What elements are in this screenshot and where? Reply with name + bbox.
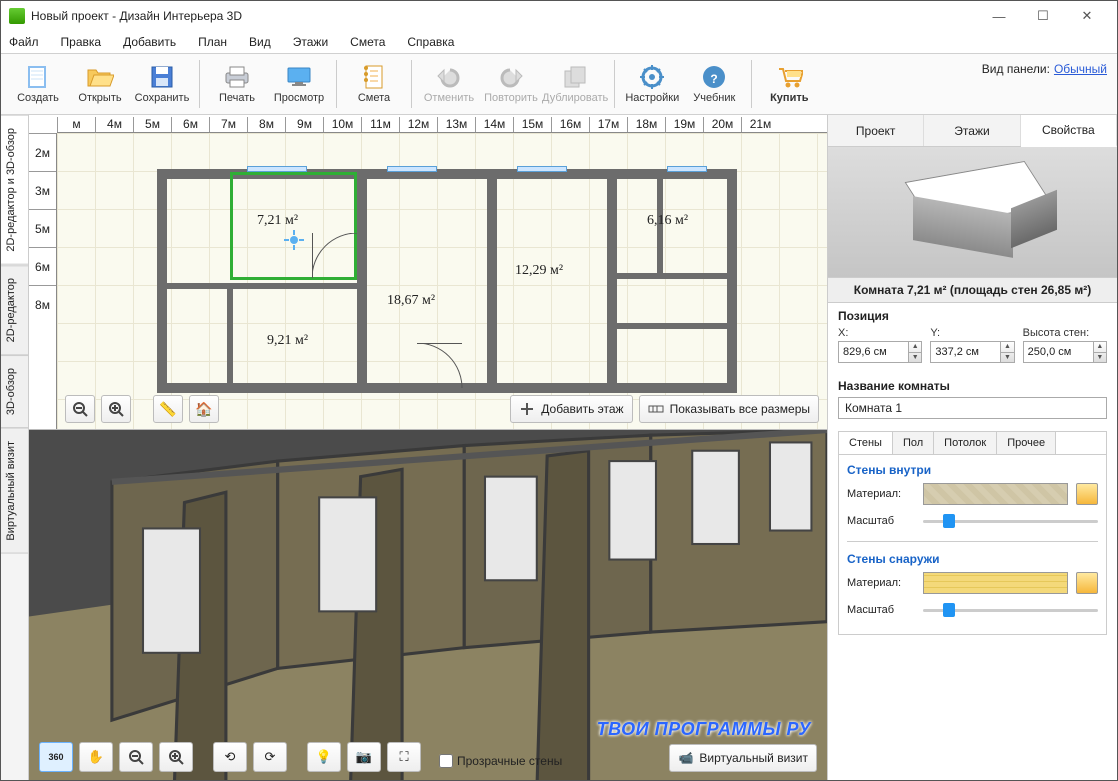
- light-button[interactable]: 💡: [307, 742, 341, 772]
- inside-material-swatch[interactable]: [923, 483, 1068, 505]
- room-name-section: Название комнаты: [828, 373, 1117, 425]
- show-dims-button[interactable]: Показывать все размеры: [639, 395, 819, 423]
- svg-text:?: ?: [711, 72, 718, 86]
- menu-edit[interactable]: Правка: [57, 33, 106, 51]
- save-button[interactable]: Сохранить: [131, 55, 193, 113]
- pan-button[interactable]: ✋: [79, 742, 113, 772]
- settings-button[interactable]: Настройки: [621, 55, 683, 113]
- vtab-2d3d[interactable]: 2D-редактор и 3D-обзор: [1, 115, 28, 265]
- open-button[interactable]: Открыть: [69, 55, 131, 113]
- pos-y-input[interactable]: ▲▼: [930, 341, 1014, 363]
- maximize-button[interactable]: ☐: [1021, 2, 1065, 30]
- view3d-toolbar: 360 ✋ ⟲ ⟳ 💡 📷 ⛶: [39, 742, 421, 772]
- pos-x-input[interactable]: ▲▼: [838, 341, 922, 363]
- room-label-5: 9,21 м²: [267, 333, 308, 349]
- rtab-project[interactable]: Проект: [828, 115, 924, 146]
- menu-add[interactable]: Добавить: [119, 33, 180, 51]
- rotate-cw-button[interactable]: ⟳: [253, 742, 287, 772]
- rtab-properties[interactable]: Свойства: [1021, 115, 1117, 147]
- menu-estimate[interactable]: Смета: [346, 33, 389, 51]
- tutorial-button[interactable]: ?Учебник: [683, 55, 745, 113]
- home-button[interactable]: 🏠: [189, 395, 219, 423]
- orbit-360-button[interactable]: 360: [39, 742, 73, 772]
- zoom-in-button[interactable]: [101, 395, 131, 423]
- room-3d-preview: [828, 147, 1117, 277]
- toolbar: Создать Открыть Сохранить Печать Просмот…: [1, 53, 1117, 115]
- window-controls: — ☐ ✕: [977, 2, 1109, 30]
- undo-button[interactable]: Отменить: [418, 55, 480, 113]
- room-label-2: 6,16 м²: [647, 213, 688, 229]
- wall-height-input[interactable]: ▲▼: [1023, 341, 1107, 363]
- preview-button[interactable]: Просмотр: [268, 55, 330, 113]
- menu-view[interactable]: Вид: [245, 33, 275, 51]
- vtab-virtual[interactable]: Виртуальный визит: [1, 428, 28, 554]
- menu-plan[interactable]: План: [194, 33, 231, 51]
- duplicate-button[interactable]: Дублировать: [542, 55, 608, 113]
- ruler-vertical: 2м3м5м6м8м: [29, 133, 57, 429]
- virtual-visit-button[interactable]: 📹 Виртуальный визит: [669, 744, 817, 772]
- rtab-floors[interactable]: Этажи: [924, 115, 1020, 146]
- position-section: Позиция X:▲▼ Y:▲▼ Высота стен:▲▼: [828, 303, 1117, 373]
- menu-file[interactable]: Файл: [5, 33, 43, 51]
- plan-toolbar-left: 📏 🏠: [65, 395, 219, 423]
- room-name-input[interactable]: [838, 397, 1107, 419]
- estimate-button[interactable]: Смета: [343, 55, 405, 113]
- panel-mode-link[interactable]: Обычный: [1054, 62, 1107, 76]
- outside-material-browse[interactable]: [1076, 572, 1098, 594]
- room-label-4: 18,67 м²: [387, 293, 435, 309]
- subtab-ceiling[interactable]: Потолок: [934, 432, 997, 454]
- outside-scale-slider[interactable]: [923, 600, 1098, 620]
- menu-floors[interactable]: Этажи: [289, 33, 332, 51]
- create-button[interactable]: Создать: [7, 55, 69, 113]
- add-floor-button[interactable]: Добавить этаж: [510, 395, 632, 423]
- plan-grid[interactable]: 7,21 м² 6,16 м² 12,29 м² 18,67 м² 9,21 м…: [57, 133, 827, 429]
- fullscreen-button[interactable]: ⛶: [387, 742, 421, 772]
- ruler-horizontal: м4м5м6м7м8м9м10м11м12м13м14м15м16м17м18м…: [57, 115, 827, 133]
- measure-button[interactable]: 📏: [153, 395, 183, 423]
- menubar: Файл Правка Добавить План Вид Этажи Смет…: [1, 31, 1117, 53]
- rotate-ccw-button[interactable]: ⟲: [213, 742, 247, 772]
- inside-material-browse[interactable]: [1076, 483, 1098, 505]
- subtab-other[interactable]: Прочее: [997, 432, 1056, 454]
- room-label-1: 7,21 м²: [257, 213, 298, 229]
- sub-tabs: Стены Пол Потолок Прочее: [838, 431, 1107, 454]
- outside-material-swatch[interactable]: [923, 572, 1068, 594]
- watermark: ТВОИ ПРОГРАММЫ РУ: [597, 719, 811, 740]
- zoom-in-3d-button[interactable]: [159, 742, 193, 772]
- window-title: Новый проект - Дизайн Интерьера 3D: [31, 9, 977, 23]
- room-label-3: 12,29 м²: [515, 263, 563, 279]
- print-button[interactable]: Печать: [206, 55, 268, 113]
- app-icon: [9, 8, 25, 24]
- inside-scale-slider[interactable]: [923, 511, 1098, 531]
- close-button[interactable]: ✕: [1065, 2, 1109, 30]
- redo-button[interactable]: Повторить: [480, 55, 542, 113]
- plan-toolbar-right: Добавить этаж Показывать все размеры: [510, 395, 819, 423]
- subtab-walls[interactable]: Стены: [839, 432, 893, 454]
- transparent-walls-check[interactable]: Прозрачные стены: [439, 754, 562, 768]
- minimize-button[interactable]: —: [977, 2, 1021, 30]
- plan-2d-view[interactable]: м4м5м6м7м8м9м10м11м12м13м14м15м16м17м18м…: [29, 115, 827, 430]
- zoom-out-button[interactable]: [65, 395, 95, 423]
- room-info: Комната 7,21 м² (площадь стен 26,85 м²): [828, 277, 1117, 303]
- menu-help[interactable]: Справка: [403, 33, 458, 51]
- vtab-3d[interactable]: 3D-обзор: [1, 355, 28, 428]
- vtab-2d[interactable]: 2D-редактор: [1, 265, 28, 355]
- snapshot-button[interactable]: 📷: [347, 742, 381, 772]
- view-3d[interactable]: 360 ✋ ⟲ ⟳ 💡 📷 ⛶ Прозрачные стены 📹 Вирту…: [29, 430, 827, 780]
- right-panel: Проект Этажи Свойства Комната 7,21 м² (п…: [827, 115, 1117, 780]
- titlebar: Новый проект - Дизайн Интерьера 3D — ☐ ✕: [1, 1, 1117, 31]
- zoom-out-3d-button[interactable]: [119, 742, 153, 772]
- right-tabs: Проект Этажи Свойства: [828, 115, 1117, 147]
- walls-panel: Стены внутри Материал: Масштаб Стены сна…: [838, 454, 1107, 635]
- left-tabs: 2D-редактор и 3D-обзор 2D-редактор 3D-об…: [1, 115, 29, 780]
- subtab-floor[interactable]: Пол: [893, 432, 934, 454]
- buy-button[interactable]: Купить: [758, 55, 820, 113]
- panel-mode: Вид панели:Обычный: [982, 62, 1107, 76]
